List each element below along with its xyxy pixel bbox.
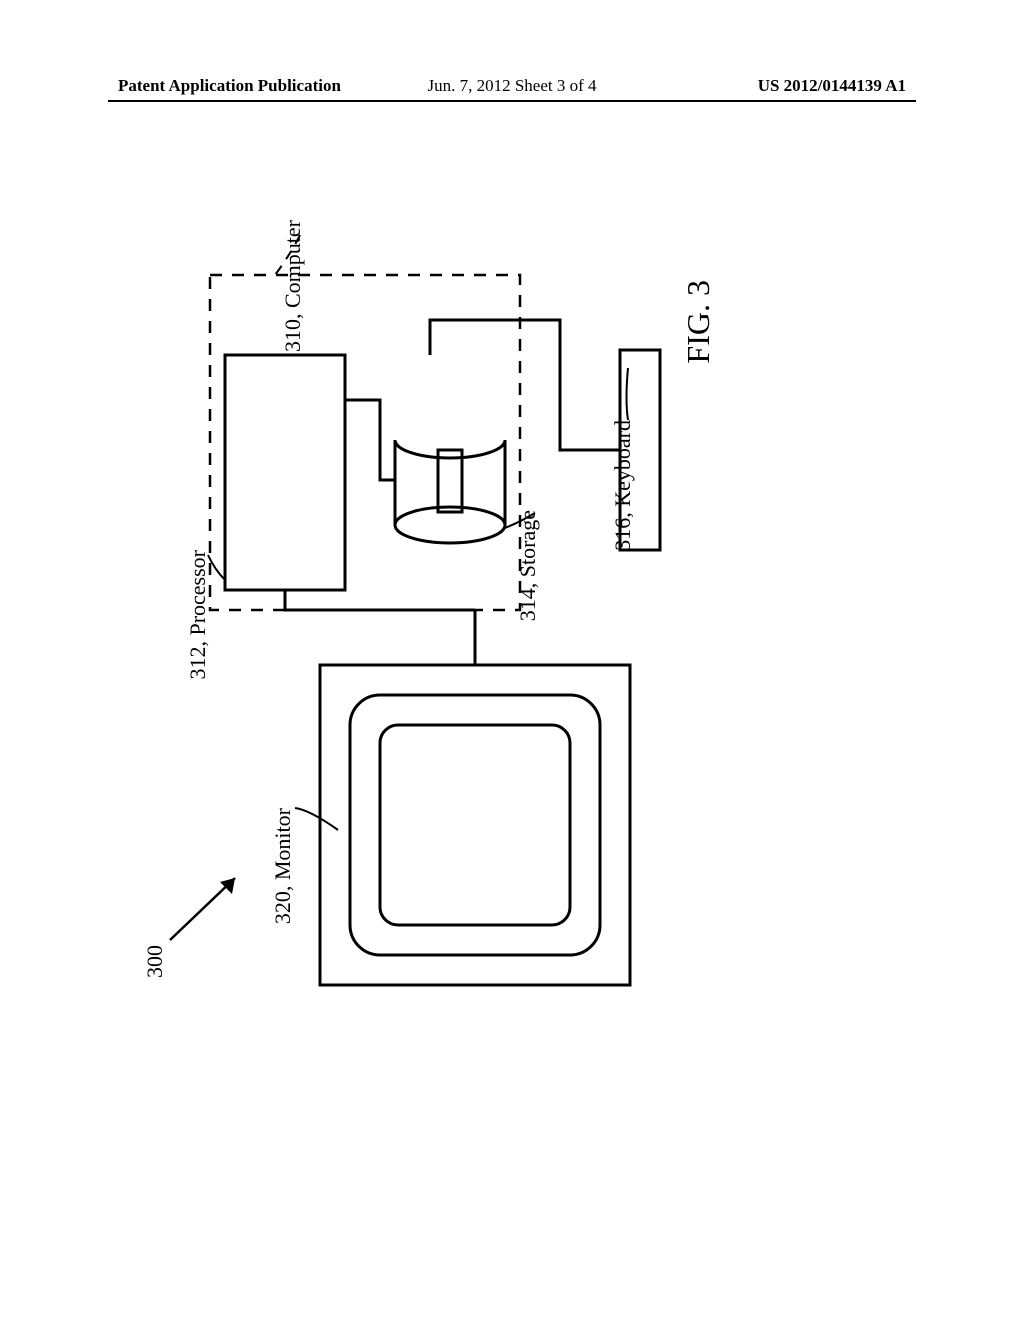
- leader-monitor: [295, 808, 338, 830]
- keyboard-box: [620, 350, 660, 550]
- monitor-shape: [320, 610, 630, 985]
- header-date-sheet: Jun. 7, 2012 Sheet 3 of 4: [427, 76, 596, 96]
- conn-proc-monitor: [285, 590, 475, 610]
- processor-box: [225, 355, 345, 590]
- computer-dashed-box: [210, 275, 520, 610]
- storage-cylinder: [395, 440, 505, 543]
- diagram-svg: [80, 110, 910, 1210]
- leader-keyboard: [627, 368, 629, 420]
- leader-computer: [275, 235, 300, 275]
- header-rule: [108, 100, 916, 102]
- conn-computer-keyboard: [430, 320, 620, 450]
- patent-figure: 300 320, Monitor 312, Processor 314, Sto…: [80, 110, 910, 1210]
- conn-proc-storage: [345, 400, 395, 480]
- arrow-300: [170, 878, 235, 940]
